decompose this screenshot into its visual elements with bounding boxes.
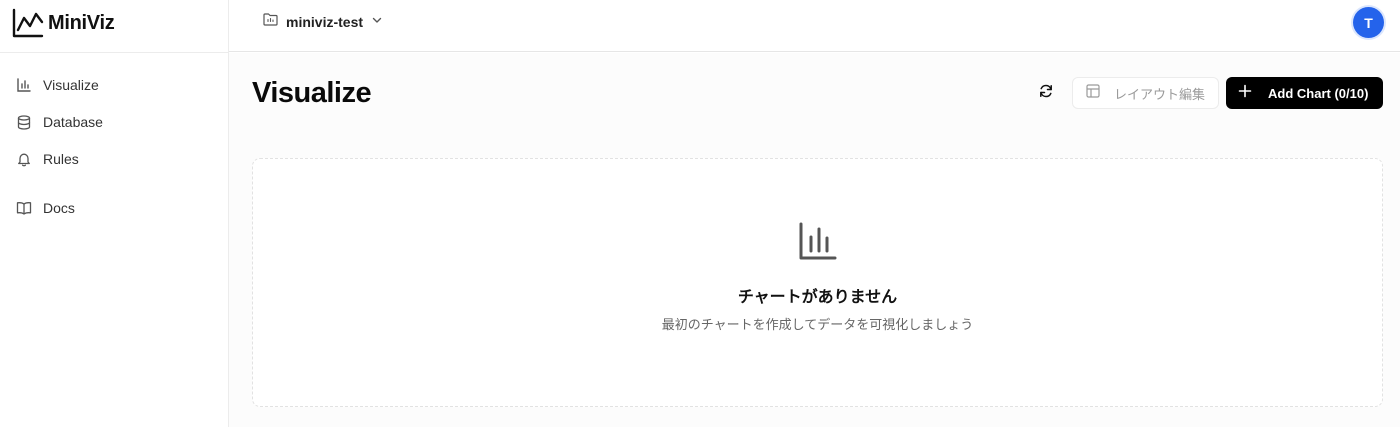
main-content: Visualize レイアウト編集 Add Chart (0/10) チャートが… [229,53,1400,427]
bell-icon [16,151,32,167]
refresh-button[interactable] [1034,81,1058,105]
database-icon [16,114,32,130]
sidebar-item-docs[interactable]: Docs [8,193,220,223]
empty-state-subtitle: 最初のチャートを作成してデータを可視化しましょう [661,317,974,332]
layout-edit-label: レイアウト編集 [1114,86,1206,102]
sidebar-divider [0,52,229,53]
project-name: miniviz-test [286,14,364,30]
layout-icon [1086,83,1100,103]
refresh-icon [1038,83,1054,104]
book-open-icon [16,200,32,216]
plus-icon [1238,84,1252,103]
sidebar-item-database[interactable]: Database [8,107,220,137]
app-name: MiniViz [48,11,115,34]
empty-state-title: チャートがありません [737,289,898,306]
sidebar: MiniViz Visualize Database Rules Docs [0,0,229,427]
layout-edit-button[interactable]: レイアウト編集 [1072,77,1219,109]
page-title: Visualize [252,77,372,109]
top-bar: miniviz-test T [229,0,1400,52]
project-selector[interactable]: miniviz-test [263,11,383,33]
sidebar-item-label: Rules [43,151,79,167]
empty-state-card: チャートがありません 最初のチャートを作成してデータを可視化しましょう [252,158,1383,407]
user-avatar[interactable]: T [1353,7,1384,38]
add-chart-button[interactable]: Add Chart (0/10) [1226,77,1383,109]
chevron-down-icon [371,13,383,31]
sidebar-item-label: Database [43,114,103,130]
bar-chart-icon [16,77,32,93]
sidebar-item-label: Docs [43,200,75,216]
sidebar-item-visualize[interactable]: Visualize [8,70,220,100]
bar-chart-icon [798,221,838,261]
add-chart-label: Add Chart (0/10) [1268,85,1369,101]
folder-icon [263,13,278,31]
line-chart-logo-icon [12,8,44,38]
app-logo[interactable]: MiniViz [12,8,115,38]
sidebar-item-rules[interactable]: Rules [8,144,220,174]
sidebar-item-label: Visualize [43,77,99,93]
